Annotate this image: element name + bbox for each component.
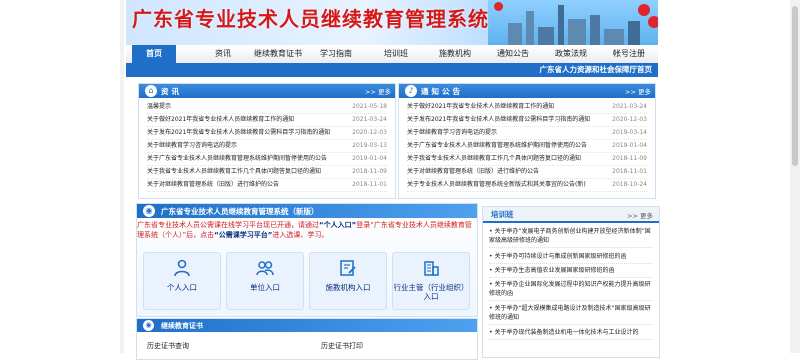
certificate-panel-header: ◉ 继续教育证书 (137, 319, 477, 332)
group-icon (256, 261, 274, 276)
unit-entry-label: 单位入口 (250, 283, 280, 292)
notice-more-link[interactable]: >> 更多 (625, 86, 651, 96)
entry-panel: ◉ 广东省专业技术人员继续教育管理系统（新版） 广东省专业技术人员公需课在线学习… (136, 203, 478, 317)
main-nav: 首页 资讯 继续教育证书 学习指南 培训班 施教机构 通知公告 政策法规 帐号注… (126, 45, 658, 64)
list-item[interactable]: 关于发布2021年我省专业技术人员继续教育公需科目学习指南的通知 2020-12-… (407, 114, 647, 127)
industry-entry-button[interactable]: 行业主管（行业组织）入口 (392, 252, 470, 310)
certificate-print-link[interactable]: 历史证书打印 (321, 341, 363, 351)
nav-register[interactable]: 帐号注册 (604, 45, 654, 63)
training-panel: 培训班 >> 更多 • 关于举办“发展电子商务创新创业构建开放型经济新体制”国家… (482, 206, 660, 358)
institution-entry-button[interactable]: 施教机构入口 (309, 252, 387, 310)
news-more-link[interactable]: >> 更多 (365, 86, 391, 96)
news-panel: ⌂ 资讯 >> 更多 温馨提示 2021-05-18 关于做好2021年我省专业技… (138, 83, 396, 199)
list-item[interactable]: 关于专业技术人员继续教育管理系统全新版式和其关事宜的公告(新) 2018-10-2… (407, 179, 647, 192)
list-item[interactable]: • 关于举办“发展电子商务创新创业构建开放型经济新体制”国家级高级研修班的通知 (489, 227, 653, 248)
nav-notices[interactable]: 通知公告 (488, 45, 538, 63)
nav-certificate[interactable]: 继续教育证书 (250, 45, 306, 63)
list-item[interactable]: 关于对继续教育管理系统（旧版）进行维护的公告 2018-11-01 (407, 166, 647, 179)
list-item[interactable]: 关于对继续教育管理系统（旧版）进行维护的公告 2018-11-01 (147, 179, 387, 192)
nav-news[interactable]: 资讯 (198, 45, 248, 63)
notice-panel: ♪ 通知公告 >> 更多 关于做好2021年我省专业技术人员继续教育工作的通知 2… (398, 83, 656, 199)
news-panel-header: ⌂ 资讯 >> 更多 (139, 84, 395, 98)
list-item[interactable]: • 关于举办企业国际化发展过程中的知识产权能力提升高级研修班的函 (489, 280, 653, 301)
department-bar: 广东省人力资源和社会保障厅首页 (126, 63, 658, 77)
nav-home[interactable]: 首页 (132, 45, 176, 63)
platform-notice: 广东省专业技术人员公需课在线学习平台现已开通，请通过“个人入口”登录“广东省专业… (137, 221, 472, 239)
list-item[interactable]: 关于我省专业技术人员继续教育工作几个具体问题答复口径的通知 2018-11-09 (407, 153, 647, 166)
unit-entry-button[interactable]: 单位入口 (226, 252, 304, 310)
institution-entry-label: 施教机构入口 (325, 283, 371, 292)
personal-entry-button[interactable]: 个人入口 (143, 252, 221, 310)
personal-entry-label: 个人入口 (167, 283, 197, 292)
person-icon (174, 259, 190, 277)
speaker-icon: ♪ (405, 85, 417, 97)
certificate-query-link[interactable]: 历史证书查询 (147, 341, 189, 351)
certificate-panel-title: 继续教育证书 (161, 322, 203, 330)
list-item[interactable]: • 关于举办生态高值农业发展国家级研修班的函 (489, 266, 653, 278)
nav-training[interactable]: 培训班 (372, 45, 420, 63)
list-item[interactable]: 关于广东省专业技术人员继续教育管理系统维护期间暂停使用的公告 2019-01-04 (407, 140, 647, 153)
training-more-link[interactable]: >> 更多 (627, 210, 653, 220)
list-item[interactable]: 关于做好2021年我省专业技术人员继续教育工作的通知 2021-03-24 (147, 114, 387, 127)
training-panel-title: 培训班 (491, 210, 514, 219)
list-item[interactable]: • 关于举办可持续设计与集成创新国家级研修班的函 (489, 252, 653, 264)
list-item[interactable]: 关于继续教育学习咨询电话的提示 2019-03-13 (147, 140, 387, 153)
list-item[interactable]: 温馨提示 2021-05-18 (147, 101, 387, 114)
list-item[interactable]: 关于发布2021年我省专业技术人员继续教育公需科目学习指南的通知 2020-12-… (147, 127, 387, 140)
left-gutter (120, 0, 124, 353)
building-icon (424, 261, 439, 276)
industry-entry-label: 行业主管（行业组织）入口 (393, 283, 469, 301)
department-link[interactable]: 广东省人力资源和社会保障厅首页 (540, 64, 653, 75)
list-item[interactable]: 关于我省专业技术人员继续教育工作几个具体问题答复口径的通知 2018-11-09 (147, 166, 387, 179)
edit-document-icon (340, 260, 356, 276)
notice-panel-title: 通知公告 (421, 87, 463, 96)
scrollbar-thumb[interactable] (792, 6, 798, 166)
page: 广东省专业技术人员继续教育管理系统 首页 资讯 继续教育证书 学习指南 培训班 … (0, 0, 800, 360)
training-panel-header: 培训班 >> 更多 (483, 207, 659, 223)
list-item[interactable]: 关于继续教育学习咨询电话的提示 2019-03-14 (407, 127, 647, 140)
entry-panel-title: 广东省专业技术人员继续教育管理系统（新版） (161, 207, 319, 216)
list-item[interactable]: 关于广东省专业技术人员继续教育管理系统维护期间暂停使用的公告 2019-01-04 (147, 153, 387, 166)
list-item[interactable]: • 关于举办现代装备制造业机电一体化技术与工业设计的 (489, 328, 653, 340)
site-title: 广东省专业技术人员继续教育管理系统 (132, 7, 489, 31)
nav-institutions[interactable]: 施教机构 (430, 45, 480, 63)
system-logo-icon: ◉ (143, 205, 155, 217)
nav-policies[interactable]: 政策法规 (546, 45, 596, 63)
notice-panel-header: ♪ 通知公告 >> 更多 (399, 84, 655, 98)
nav-study-guide[interactable]: 学习指南 (312, 45, 360, 63)
entry-panel-header: ◉ 广东省专业技术人员继续教育管理系统（新版） (137, 204, 477, 218)
header-banner: 广东省专业技术人员继续教育管理系统 (126, 0, 658, 45)
list-item[interactable]: • 关于举办“超大规模集成电路设计及制造技术”国家级高级研修班的通知 (489, 304, 653, 325)
home-icon: ⌂ (145, 85, 157, 97)
skyline-illustration (488, 0, 658, 45)
list-item[interactable]: 关于做好2021年我省专业技术人员继续教育工作的通知 2021-03-24 (407, 101, 647, 114)
news-panel-title: 资讯 (161, 87, 182, 96)
certificate-icon: ◉ (143, 320, 154, 331)
certificate-panel: ◉ 继续教育证书 历史证书查询 历史证书打印 (136, 318, 478, 360)
page-scrollbar[interactable] (790, 0, 800, 353)
